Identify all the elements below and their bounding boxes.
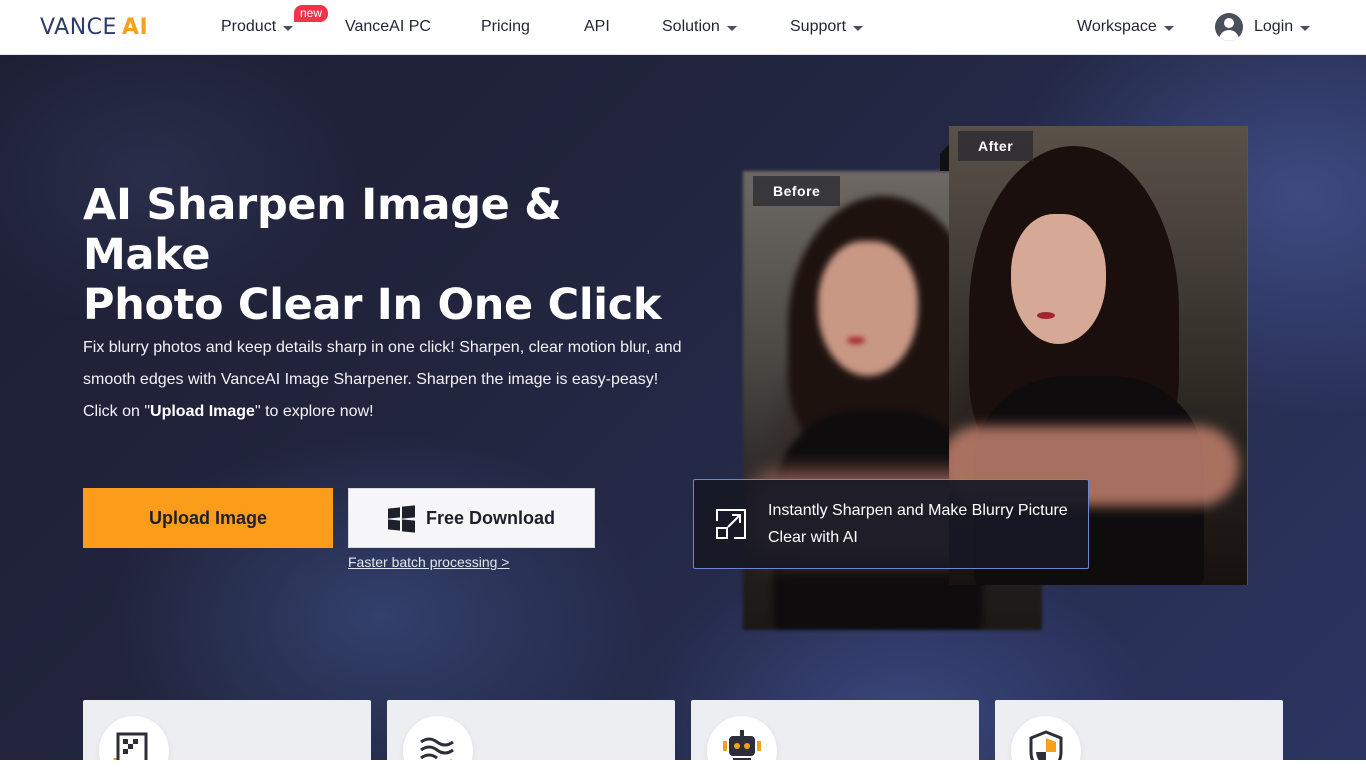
logo-text: VANCE — [40, 14, 117, 40]
chevron-down-icon — [726, 25, 737, 31]
nav-item-workspace[interactable]: Workspace — [1077, 16, 1174, 38]
chevron-down-icon — [853, 25, 864, 31]
desc-text-end: " to explore now! — [254, 403, 374, 420]
expand-icon — [716, 509, 746, 539]
nav-item-vanceai-pc[interactable]: VanceAI PC — [345, 16, 431, 38]
feature-card[interactable] — [995, 700, 1283, 768]
upload-button-label: Upload Image — [148, 507, 268, 528]
nav-item-label: Support — [790, 18, 847, 35]
new-badge: new — [294, 5, 329, 22]
before-label: Before — [753, 176, 841, 206]
nav-item-product[interactable]: Product — [221, 16, 294, 38]
nav-item-pricing[interactable]: Pricing — [481, 16, 530, 38]
page-title: AI Sharpen Image & Make Photo Clear In O… — [83, 180, 683, 330]
nav-item-label: VanceAI PC — [345, 18, 431, 35]
nav-item-label: Pricing — [481, 18, 530, 35]
overlay-text: Instantly Sharpen and Make Blurry Pictur… — [768, 502, 1068, 546]
feature-card[interactable] — [691, 700, 979, 768]
feature-card[interactable] — [387, 700, 675, 768]
free-download-button[interactable]: Free Download — [348, 488, 595, 548]
chevron-down-icon — [1163, 25, 1174, 31]
top-navbar: VANCE AI Product new VanceAI PC Pricing A… — [0, 0, 1366, 55]
sharpen-info-card: Instantly Sharpen and Make Blurry Pictur… — [693, 479, 1089, 569]
nav-item-label: Solution — [662, 18, 720, 35]
title-line-2: Photo Clear In One Click — [83, 280, 662, 330]
logo-accent-text: AI — [121, 14, 149, 40]
hero-description: Fix blurry photos and keep details sharp… — [83, 332, 693, 428]
nav-item-label: API — [584, 18, 610, 35]
windows-icon — [387, 504, 415, 533]
hero-section: AI Sharpen Image & Make Photo Clear In O… — [0, 55, 1366, 768]
faster-batch-processing-link[interactable]: Faster batch processing > — [348, 554, 509, 570]
login-label: Login — [1254, 18, 1294, 35]
user-avatar-icon[interactable] — [1215, 13, 1243, 41]
vanceai-logo[interactable]: VANCE AI — [40, 13, 148, 41]
nav-item-support[interactable]: Support — [790, 16, 864, 38]
nav-item-api[interactable]: API — [584, 16, 610, 38]
chevron-down-icon — [283, 25, 294, 31]
desc-bold-text: Upload Image — [150, 403, 255, 420]
nav-item-label: Product — [221, 18, 277, 35]
after-label: After — [958, 131, 1034, 161]
nav-item-solution[interactable]: Solution — [662, 16, 737, 38]
upload-image-button[interactable]: Upload Image — [83, 488, 333, 548]
feature-card[interactable] — [83, 700, 371, 768]
download-button-label: Free Download — [425, 507, 555, 528]
title-line-1: AI Sharpen Image & Make — [83, 180, 562, 280]
nav-item-label: Workspace — [1077, 18, 1157, 35]
login-menu[interactable]: Login — [1254, 16, 1311, 38]
chevron-down-icon — [1300, 25, 1311, 31]
page-bottom-edge — [0, 760, 1366, 768]
